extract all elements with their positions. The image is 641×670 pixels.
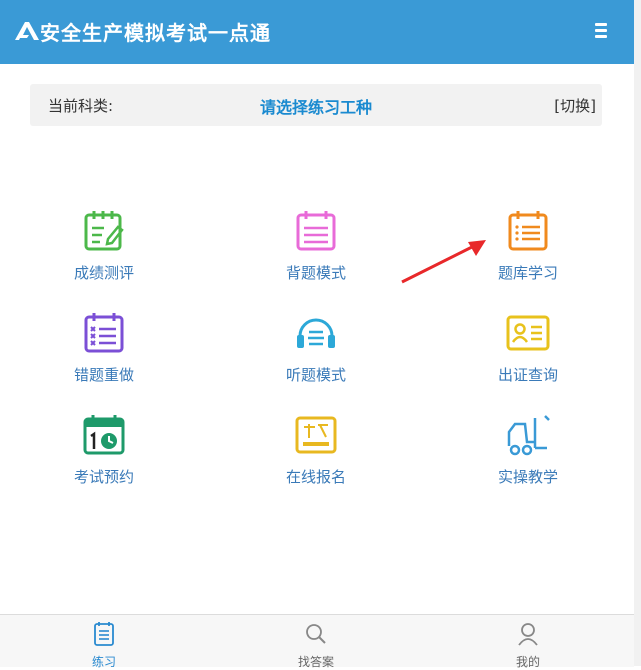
grid-item-label: 出证查询	[497, 366, 558, 384]
grid-item-label: 成绩测评	[73, 264, 134, 282]
hamburger-menu-icon[interactable]	[590, 20, 612, 42]
recite-questions-icon	[296, 211, 336, 251]
red-arrow-icon	[401, 240, 486, 284]
grid-item-score-evaluation[interactable]: 成绩测评	[34, 208, 174, 298]
subject-bar: 当前科类: 请选择练习工种 [切换]	[30, 84, 602, 126]
brand-logo-icon	[15, 22, 39, 40]
bottom-tab-bar: 练习 找答案 我的	[0, 614, 634, 670]
app-screen: 安全生产模拟考试一点通 当前科类: 请选择练习工种 [切换] 成绩测评 背题模式…	[0, 0, 634, 670]
subject-switch-link[interactable]: [切换]	[554, 95, 596, 116]
tab-label: 找答案	[297, 655, 334, 669]
grid-item-label: 实操教学	[497, 468, 558, 486]
wrong-questions-icon	[84, 313, 124, 353]
grid-item-online-registration[interactable]: 在线报名	[246, 412, 386, 502]
tab-label: 我的	[515, 655, 540, 669]
tab-find-answers[interactable]: 找答案	[276, 621, 356, 670]
certificate-query-icon	[506, 315, 550, 351]
search-icon	[306, 624, 326, 644]
tab-label: 练习	[91, 655, 116, 669]
grid-item-label: 错题重做	[73, 366, 134, 384]
tab-mine[interactable]: 我的	[488, 621, 568, 670]
grid-item-label: 听题模式	[285, 366, 346, 384]
listen-mode-icon	[297, 318, 335, 348]
window-edge	[634, 0, 641, 666]
exam-booking-icon	[83, 415, 125, 455]
grid-item-practical-teaching[interactable]: 实操教学	[458, 412, 598, 502]
grid-item-label: 背题模式	[285, 264, 346, 282]
grid-item-recite-questions[interactable]: 背题模式	[246, 208, 386, 298]
question-bank-icon	[508, 211, 548, 251]
user-icon	[518, 623, 538, 646]
tab-practice[interactable]: 练习	[64, 621, 144, 670]
subject-select-link[interactable]: 请选择练习工种	[30, 94, 602, 118]
grid-item-label: 在线报名	[285, 468, 346, 486]
grid-item-listen-mode[interactable]: 听题模式	[246, 310, 386, 400]
app-header: 安全生产模拟考试一点通	[0, 0, 634, 64]
grid-item-certificate-query[interactable]: 出证查询	[458, 310, 598, 400]
practical-teaching-icon	[507, 415, 550, 456]
app-title: 安全生产模拟考试一点通	[40, 21, 271, 45]
online-registration-icon	[295, 416, 337, 454]
grid-item-exam-booking[interactable]: 考试预约	[34, 412, 174, 502]
practice-icon	[94, 622, 114, 646]
grid-item-wrong-questions[interactable]: 错题重做	[34, 310, 174, 400]
grid-item-label: 考试预约	[73, 468, 134, 486]
score-evaluation-icon	[84, 211, 124, 251]
